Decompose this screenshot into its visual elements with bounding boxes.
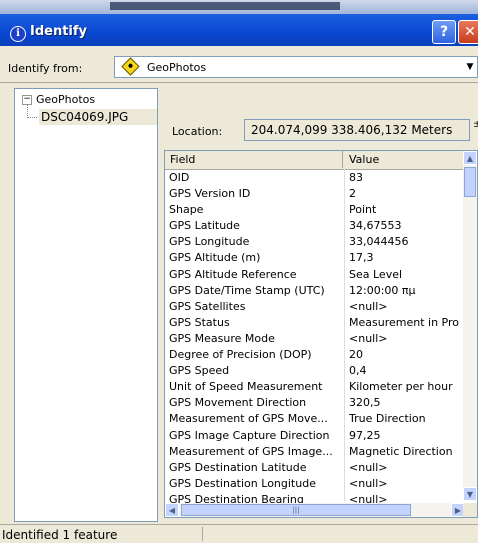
grid-rows: OID 83 GPS Version ID 2 Shape Point GPS Latitu… [165,170,465,517]
identify-from-value: GeoPhotos [147,61,207,74]
status-divider [202,527,203,541]
table-row[interactable]: Unit of Speed Measurement Kilometer per h… [165,379,465,395]
field-value: Point [349,203,377,217]
field-name: GPS Destination Longitude [169,476,316,490]
table-row[interactable]: Degree of Precision (DOP) 20 [165,347,465,363]
scroll-up-icon[interactable]: ▲ [463,151,477,165]
field-value: 17,3 [349,251,374,265]
field-value: 0,4 [349,364,367,378]
scroll-thumb[interactable] [464,167,476,197]
scroll-corner [463,503,477,517]
field-name: Degree of Precision (DOP) [169,348,312,362]
field-name: GPS Status [169,315,230,329]
horizontal-scrollbar[interactable]: ◀ ||| ▶ [165,503,465,517]
field-name: GPS Altitude Reference [169,267,297,281]
vertical-scrollbar[interactable]: ▲ ▼ [463,151,477,501]
field-value: <null> [349,299,388,313]
field-name: Measurement of GPS Image... [169,444,333,458]
table-row[interactable]: OID 83 [165,170,465,186]
table-row[interactable]: GPS Altitude Reference Sea Level [165,267,465,283]
table-row[interactable]: GPS Satellites <null> [165,299,465,315]
field-value: Sea Level [349,267,403,281]
table-row[interactable]: Measurement of GPS Image... Magnetic Dire… [165,444,465,460]
table-row[interactable]: GPS Version ID 2 [165,186,465,202]
field-name: GPS Latitude [169,219,240,233]
location-menu-icon[interactable]: ± [473,119,478,130]
field-value: 33,044456 [349,235,409,249]
tree-line [27,117,37,118]
field-name: GPS Image Capture Direction [169,428,330,442]
field-name: GPS Version ID [169,187,251,201]
field-name: GPS Date/Time Stamp (UTC) [169,283,325,297]
field-name: GPS Longitude [169,235,250,249]
table-row[interactable]: GPS Movement Direction 320,5 [165,395,465,411]
field-value: <null> [349,476,388,490]
table-row[interactable]: GPS Destination Latitude <null> [165,460,465,476]
table-row[interactable]: GPS Latitude 34,67553 [165,218,465,234]
scroll-thumb-horizontal[interactable]: ||| [181,504,411,516]
table-row[interactable]: GPS Status Measurement in Pro [165,315,465,331]
tree-item-feature[interactable]: DSC04069.JPG [39,109,157,125]
field-value: 2 [349,187,356,201]
field-value: 97,25 [349,428,381,442]
field-name: GPS Measure Mode [169,331,275,345]
tree-root-layer[interactable]: GeoPhotos [36,93,95,106]
attribute-grid[interactable]: Field Value OID 83 GPS Version ID 2 Shape Poi… [164,150,478,518]
field-value: <null> [349,460,388,474]
identify-from-dropdown[interactable]: GeoPhotos ▼ [114,56,478,78]
table-row[interactable]: GPS Measure Mode <null> [165,331,465,347]
field-value: 12:00:00 πμ [349,283,416,297]
field-name: Unit of Speed Measurement [169,380,323,394]
chevron-down-icon[interactable]: ▼ [463,57,477,77]
table-row[interactable]: GPS Speed 0,4 [165,363,465,379]
field-name: GPS Altitude (m) [169,251,261,265]
divider [0,82,478,83]
layer-diamond-icon [121,57,140,76]
location-label: Location: [172,125,223,138]
title-bar: i Identify ? ✕ [0,0,478,46]
field-value: <null> [349,331,388,345]
status-bar: Identified 1 feature [0,524,478,543]
info-icon: i [10,26,26,42]
tree-line [27,104,28,118]
field-name: GPS Movement Direction [169,396,307,410]
field-value: Magnetic Direction [349,444,453,458]
field-name: GPS Destination Latitude [169,460,307,474]
field-name: Shape [169,203,204,217]
field-value: 320,5 [349,396,381,410]
location-field[interactable]: 204.074,099 338.406,132 Meters [244,119,470,141]
table-row[interactable]: GPS Date/Time Stamp (UTC) 12:00:00 πμ [165,283,465,299]
background-window-fragment [110,2,340,10]
results-tree[interactable]: − GeoPhotos DSC04069.JPG [14,88,158,522]
close-button[interactable]: ✕ [458,20,478,44]
grid-header: Field Value [165,151,465,170]
field-name: Measurement of GPS Move... [169,412,328,426]
table-row[interactable]: Shape Point [165,202,465,218]
column-header-field[interactable]: Field [165,151,343,168]
help-button[interactable]: ? [432,20,456,44]
table-row[interactable]: GPS Longitude 33,044456 [165,234,465,250]
scroll-left-icon[interactable]: ◀ [165,503,179,517]
field-value: 20 [349,348,363,362]
field-name: GPS Satellites [169,299,246,313]
status-text: Identified 1 feature [2,528,118,542]
window-title: Identify [30,24,88,39]
field-value: Measurement in Pro [349,315,459,329]
table-row[interactable]: Measurement of GPS Move... True Direction [165,411,465,427]
table-row[interactable]: GPS Altitude (m) 17,3 [165,250,465,266]
field-name: GPS Speed [169,364,230,378]
field-value: Kilometer per hour [349,380,453,394]
background-strip [0,0,478,14]
column-header-value[interactable]: Value [344,151,464,168]
field-value: 83 [349,171,363,184]
field-value: 34,67553 [349,219,402,233]
scroll-down-icon[interactable]: ▼ [463,487,477,501]
field-name: OID [169,171,190,184]
table-row[interactable]: GPS Image Capture Direction 97,25 [165,428,465,444]
field-value: True Direction [349,412,426,426]
identify-from-label: Identify from: [8,62,83,75]
table-row[interactable]: GPS Destination Longitude <null> [165,476,465,492]
